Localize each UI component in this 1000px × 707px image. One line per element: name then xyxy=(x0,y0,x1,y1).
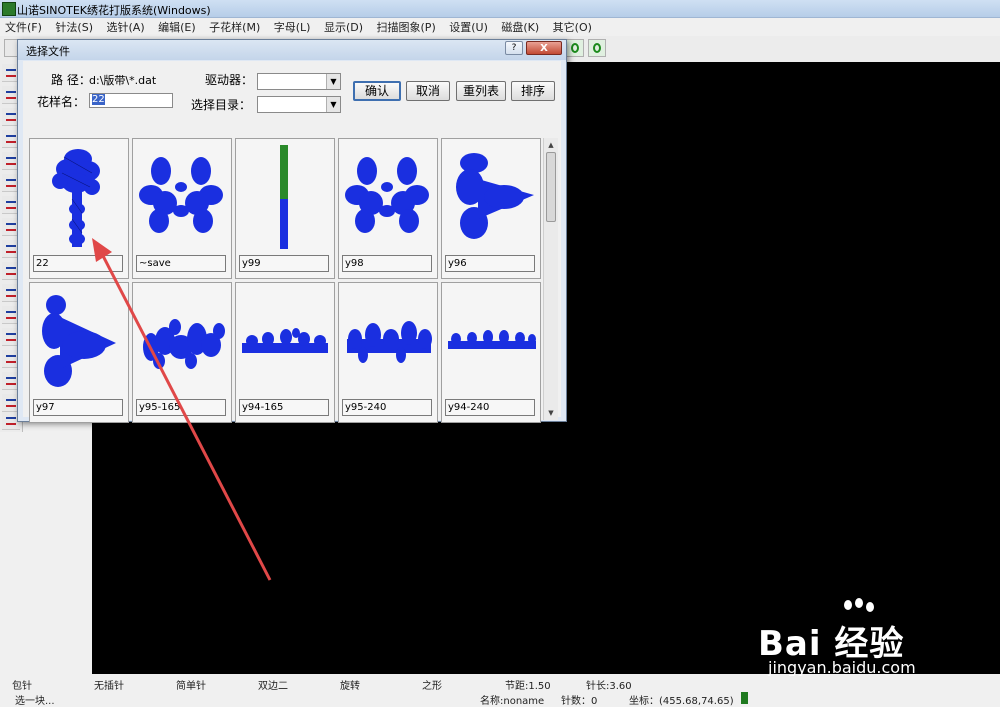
chevron-down-icon[interactable]: ▼ xyxy=(326,74,340,89)
name-label: 花样名： xyxy=(37,95,86,109)
file-name: y95-240 xyxy=(342,399,432,416)
pattern-name-value: 22 xyxy=(92,94,105,105)
menu-edit[interactable]: 编辑(E) xyxy=(153,18,201,36)
help-button[interactable]: ? xyxy=(505,41,523,55)
file-name: y94-240 xyxy=(445,399,535,416)
status-simple-stitch: 简单针 xyxy=(176,681,206,692)
left-panel xyxy=(0,432,93,674)
undo-icon[interactable] xyxy=(588,39,606,57)
pattern-preview-22 xyxy=(52,149,100,247)
app-title: 山诺SINOTEK绣花打版系统(Windows) xyxy=(17,4,211,17)
ok-button[interactable]: 确认 xyxy=(353,81,401,101)
baidu-watermark: Bai 经验 jingyan.baidu.com xyxy=(758,598,968,678)
directory-select[interactable]: ▼ xyxy=(257,96,341,113)
pattern-preview-y96 xyxy=(456,153,534,239)
file-name: y96 xyxy=(445,255,535,272)
file-name: y95-165 xyxy=(136,399,226,416)
sort-button[interactable]: 排序 xyxy=(511,81,555,101)
menu-display[interactable]: 显示(D) xyxy=(319,18,368,36)
menu-other[interactable]: 其它(O) xyxy=(548,18,597,36)
menu-file[interactable]: 文件(F) xyxy=(0,18,47,36)
menu-letters[interactable]: 字母(L) xyxy=(269,18,316,36)
pattern-preview-y98 xyxy=(345,157,429,233)
file-thumbnail[interactable]: y97 xyxy=(29,282,129,423)
close-button[interactable]: X xyxy=(526,41,562,55)
file-name: 22 xyxy=(33,255,123,272)
file-name: y97 xyxy=(33,399,123,416)
select-file-dialog: 选择文件 ? X 路 径： d:\版带\*.dat 花样名： 22 驱动器： ▼… xyxy=(17,39,567,423)
status-wrap-stitch: 包针 xyxy=(12,681,32,692)
menu-stitch[interactable]: 针法(S) xyxy=(50,18,98,36)
status-stitch-length: 针长:3.60 xyxy=(586,681,632,692)
menu-disk[interactable]: 磁盘(K) xyxy=(496,18,544,36)
file-thumbnail[interactable]: y94-240 xyxy=(441,282,541,423)
file-name: ~save xyxy=(136,255,226,272)
pattern-preview-save xyxy=(139,157,223,233)
pattern-preview-y95-165 xyxy=(143,319,225,369)
status-rotate: 旋转 xyxy=(340,681,360,692)
chevron-down-icon[interactable]: ▼ xyxy=(326,97,340,112)
dialog-body: 路 径： d:\版带\*.dat 花样名： 22 驱动器： ▼ 选择目录： ▼ … xyxy=(23,61,561,423)
file-thumbnail-grid: 22 ~save y99 y98 y96 y97 y95-165 y94-165… xyxy=(29,138,543,423)
path-value: d:\版带\*.dat xyxy=(89,74,157,87)
file-thumbnail[interactable]: y96 xyxy=(441,138,541,279)
file-name: y98 xyxy=(342,255,432,272)
pattern-preview-y95-240 xyxy=(347,321,432,363)
directory-label: 选择目录： xyxy=(191,98,252,112)
file-thumbnail[interactable]: y99 xyxy=(235,138,335,279)
file-thumbnail[interactable]: 22 xyxy=(29,138,129,279)
scroll-down-icon[interactable]: ▼ xyxy=(545,407,557,419)
drive-label: 驱动器： xyxy=(205,73,254,87)
dialog-title-bar[interactable]: 选择文件 ? X xyxy=(18,40,566,60)
status-double-edge: 双边二 xyxy=(258,681,288,692)
file-name: y94-165 xyxy=(239,399,329,416)
pattern-preview-y94-165 xyxy=(242,328,328,353)
pattern-preview-y99 xyxy=(280,145,288,249)
status-bar-stitch: 包针 无插针 简单针 双边二 旋转 之形 节距:1.50 针长:3.60 xyxy=(0,676,1000,692)
cancel-button[interactable]: 取消 xyxy=(406,81,450,101)
file-thumbnail[interactable]: y98 xyxy=(338,138,438,279)
file-thumbnail[interactable]: y95-240 xyxy=(338,282,438,423)
file-name: y99 xyxy=(239,255,329,272)
status-zigzag: 之形 xyxy=(422,681,442,692)
menu-scan-image[interactable]: 扫描图象(P) xyxy=(372,18,441,36)
menu-select-stitch[interactable]: 选针(A) xyxy=(102,18,150,36)
status-no-insert: 无插针 xyxy=(94,681,124,692)
path-label: 路 径： xyxy=(51,73,91,87)
app-logo-icon xyxy=(2,2,16,16)
watermark-url: jingyan.baidu.com xyxy=(768,658,916,677)
app-title-bar: 山诺SINOTEK绣花打版系统(Windows) xyxy=(0,0,1000,18)
thumbnail-scrollbar[interactable]: ▲ ▼ xyxy=(543,138,558,420)
menu-sub-pattern[interactable]: 子花样(M) xyxy=(204,18,265,36)
menu-settings[interactable]: 设置(U) xyxy=(444,18,493,36)
scroll-thumb[interactable] xyxy=(546,152,556,222)
status-bar-info: 选一块... 名称:noname 针数：0 坐标：(455.68,74.65) xyxy=(0,691,1000,707)
pattern-name-input[interactable]: 22 xyxy=(89,93,173,108)
scroll-up-icon[interactable]: ▲ xyxy=(545,139,557,151)
file-thumbnail[interactable]: ~save xyxy=(132,138,232,279)
status-pitch: 节距:1.50 xyxy=(505,681,551,692)
menu-bar: 文件(F) 针法(S) 选针(A) 编辑(E) 子花样(M) 字母(L) 显示(… xyxy=(0,18,1000,35)
pattern-preview-y97 xyxy=(42,295,116,387)
pattern-preview-y94-240 xyxy=(448,330,536,349)
dialog-title: 选择文件 xyxy=(26,45,70,58)
status-indicator xyxy=(741,692,748,704)
file-thumbnail[interactable]: y95-165 xyxy=(132,282,232,423)
file-thumbnail[interactable]: y94-165 xyxy=(235,282,335,423)
drive-select[interactable]: ▼ xyxy=(257,73,341,90)
relist-button[interactable]: 重列表 xyxy=(456,81,506,101)
refresh-icon[interactable] xyxy=(566,39,584,57)
